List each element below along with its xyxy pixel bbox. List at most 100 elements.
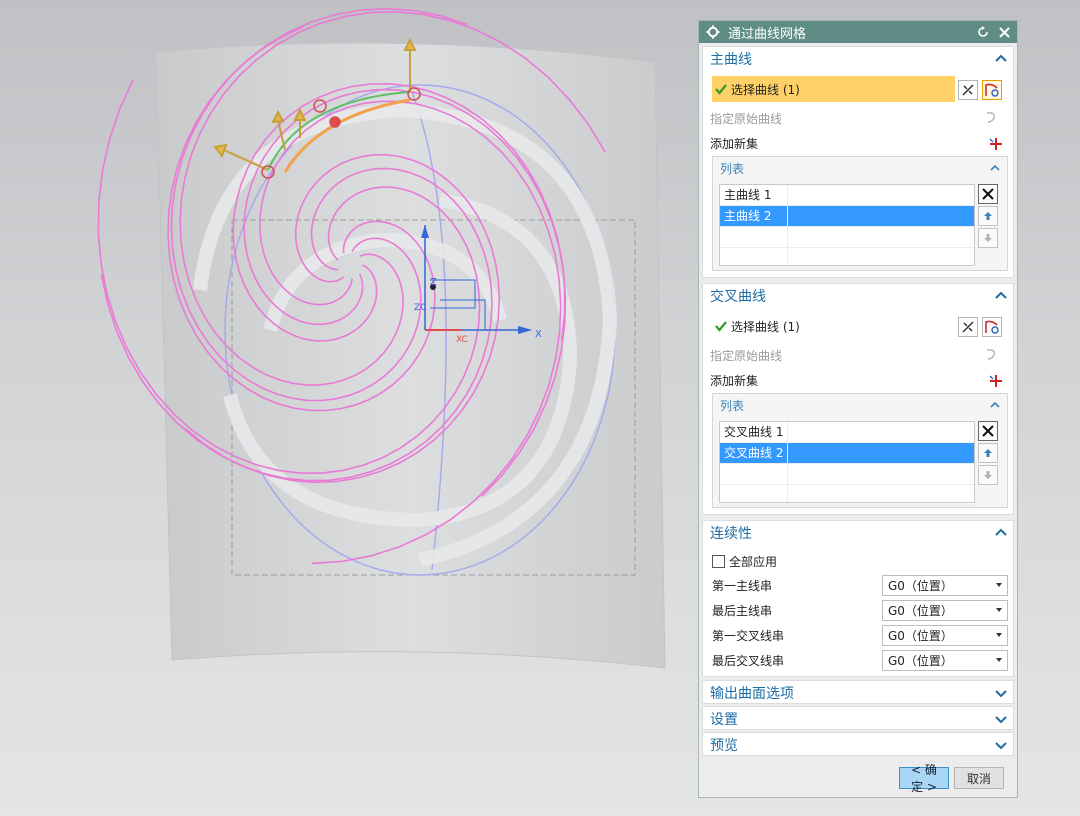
cross-list-title: 列表 — [720, 398, 745, 413]
chevron-up-icon[interactable] — [989, 162, 1001, 174]
apply-all-checkbox[interactable] — [712, 554, 725, 568]
primary-add-set-button[interactable] — [986, 134, 1006, 154]
delete-icon — [982, 188, 994, 200]
output-surface-options-header[interactable]: 输出曲面选项 — [703, 681, 1013, 705]
ok-button[interactable]: < 确定 > — [899, 763, 949, 794]
primary-list-panel: 列表 主曲线 1 主曲线 2 — [712, 156, 1008, 271]
primary-select-curve-button[interactable] — [982, 80, 1002, 100]
primary-curve-rule-button[interactable] — [958, 80, 978, 100]
chevron-down-icon[interactable] — [995, 687, 1007, 699]
list-item-selected[interactable]: 主曲线 2 — [720, 206, 974, 227]
primary-curve-list[interactable]: 主曲线 1 主曲线 2 — [719, 184, 975, 269]
primary-curves-header[interactable]: 主曲线 — [703, 47, 1013, 71]
cross-specify-origin-button[interactable] — [982, 344, 1002, 364]
chevron-up-icon[interactable] — [995, 290, 1007, 302]
axis-label-x: X — [535, 329, 542, 340]
primary-specify-origin-button[interactable] — [982, 107, 1002, 127]
continuity-header[interactable]: 连续性 — [703, 521, 1013, 545]
axis-label-zc: ZC — [414, 303, 426, 313]
primary-curves-section: 主曲线 选择曲线 (1) 指定原始曲线 添加新集 列表 主曲线 1 主曲线 2 — [702, 46, 1014, 278]
apply-all-label: 全部应用 — [729, 554, 778, 569]
axis-label-xc: XC — [456, 335, 468, 345]
apply-all-row[interactable]: 全部应用 — [712, 550, 1008, 572]
move-down-button[interactable] — [978, 228, 998, 248]
curve-rule-icon — [962, 321, 974, 333]
dropdown-value: G0（位置） — [888, 653, 953, 668]
move-up-button[interactable] — [978, 206, 998, 226]
dropdown-value: G0（位置） — [888, 578, 953, 593]
model-canvas[interactable]: X XC ZC Z — [0, 0, 695, 816]
add-set-icon — [989, 375, 1002, 387]
list-item[interactable]: 主曲线 1 — [720, 185, 974, 206]
cross-specify-origin-row[interactable]: 指定原始曲线 — [710, 344, 1008, 366]
remove-item-button[interactable] — [978, 421, 998, 441]
settings-section[interactable]: 设置 — [702, 706, 1014, 730]
through-curve-mesh-dialog[interactable]: 通过曲线网格 主曲线 选择曲线 (1) 指定原始曲线 添加新集 列表 主曲线 1… — [698, 20, 1018, 798]
primary-select-curve-row[interactable]: 选择曲线 (1) — [712, 76, 955, 102]
settings-header[interactable]: 设置 — [703, 707, 1013, 731]
continuity-section: 连续性 全部应用 第一主线串 G0（位置） 最后主线串 G0（位置） 第一交叉线… — [702, 520, 1014, 677]
list-column-divider — [787, 422, 788, 502]
reset-button[interactable] — [975, 24, 991, 40]
origin-curve-icon — [986, 112, 996, 123]
last-primary-dropdown[interactable]: G0（位置） — [882, 599, 1008, 621]
settings-title: 设置 — [710, 712, 738, 728]
primary-curves-title: 主曲线 — [710, 52, 752, 68]
check-icon — [715, 84, 727, 95]
cross-curves-header[interactable]: 交叉曲线 — [703, 284, 1013, 308]
close-icon — [998, 26, 1010, 38]
primary-specify-origin-row[interactable]: 指定原始曲线 — [710, 107, 1008, 129]
cross-add-set-row[interactable]: 添加新集 — [710, 369, 1008, 391]
continuity-title: 连续性 — [710, 526, 752, 542]
primary-select-curve-label: 选择曲线 (1) — [731, 82, 800, 97]
arrow-up-icon — [984, 449, 992, 457]
list-item[interactable]: 交叉曲线 1 — [720, 422, 974, 443]
dropdown-arrow-icon — [996, 633, 1002, 637]
cross-select-curve-row[interactable]: 选择曲线 (1) — [712, 313, 955, 339]
graphics-viewport[interactable]: X XC ZC Z — [0, 0, 695, 816]
cancel-button[interactable]: 取消 — [954, 767, 1004, 789]
list-item-empty — [720, 464, 974, 485]
move-up-button[interactable] — [978, 443, 998, 463]
cross-curve-rule-button[interactable] — [958, 317, 978, 337]
dropdown-arrow-icon — [996, 583, 1002, 587]
dialog-titlebar[interactable]: 通过曲线网格 — [699, 21, 1017, 43]
close-button[interactable] — [996, 24, 1012, 40]
preview-section[interactable]: 预览 — [702, 732, 1014, 756]
preview-title: 预览 — [710, 738, 738, 754]
primary-add-set-row[interactable]: 添加新集 — [710, 132, 1008, 154]
cross-curves-title: 交叉曲线 — [710, 289, 766, 305]
cross-curve-list[interactable]: 交叉曲线 1 交叉曲线 2 — [719, 421, 975, 506]
last-primary-continuity-row: 最后主线串 G0（位置） — [712, 599, 1008, 621]
cross-list-header[interactable]: 列表 — [713, 394, 1007, 416]
output-surface-options-section[interactable]: 输出曲面选项 — [702, 680, 1014, 704]
chevron-up-icon[interactable] — [995, 53, 1007, 65]
move-down-button[interactable] — [978, 465, 998, 485]
primary-list-header[interactable]: 列表 — [713, 157, 1007, 179]
first-primary-dropdown[interactable]: G0（位置） — [882, 574, 1008, 596]
list-item-empty — [720, 227, 974, 248]
list-item-empty — [720, 248, 974, 269]
chevron-down-icon[interactable] — [995, 713, 1007, 725]
chevron-down-icon[interactable] — [995, 739, 1007, 751]
first-primary-continuity-row: 第一主线串 G0（位置） — [712, 574, 1008, 596]
preview-header[interactable]: 预览 — [703, 733, 1013, 757]
reset-icon — [978, 26, 988, 37]
dialog-title: 通过曲线网格 — [728, 26, 807, 42]
first-primary-label: 第一主线串 — [712, 578, 773, 593]
arrow-down-icon — [984, 471, 992, 479]
chevron-up-icon[interactable] — [995, 527, 1007, 539]
cross-select-curve-button[interactable] — [982, 317, 1002, 337]
curve-rule-icon — [962, 84, 974, 96]
chevron-up-icon[interactable] — [989, 399, 1001, 411]
last-cross-dropdown[interactable]: G0（位置） — [882, 649, 1008, 671]
list-item-selected[interactable]: 交叉曲线 2 — [720, 443, 974, 464]
primary-list-title: 列表 — [720, 161, 745, 176]
remove-item-button[interactable] — [978, 184, 998, 204]
cross-add-set-button[interactable] — [986, 371, 1006, 391]
select-curve-icon — [985, 320, 999, 334]
dropdown-arrow-icon — [996, 608, 1002, 612]
list-item-empty — [720, 485, 974, 506]
first-cross-dropdown[interactable]: G0（位置） — [882, 624, 1008, 646]
cross-select-curve-label: 选择曲线 (1) — [731, 319, 800, 334]
